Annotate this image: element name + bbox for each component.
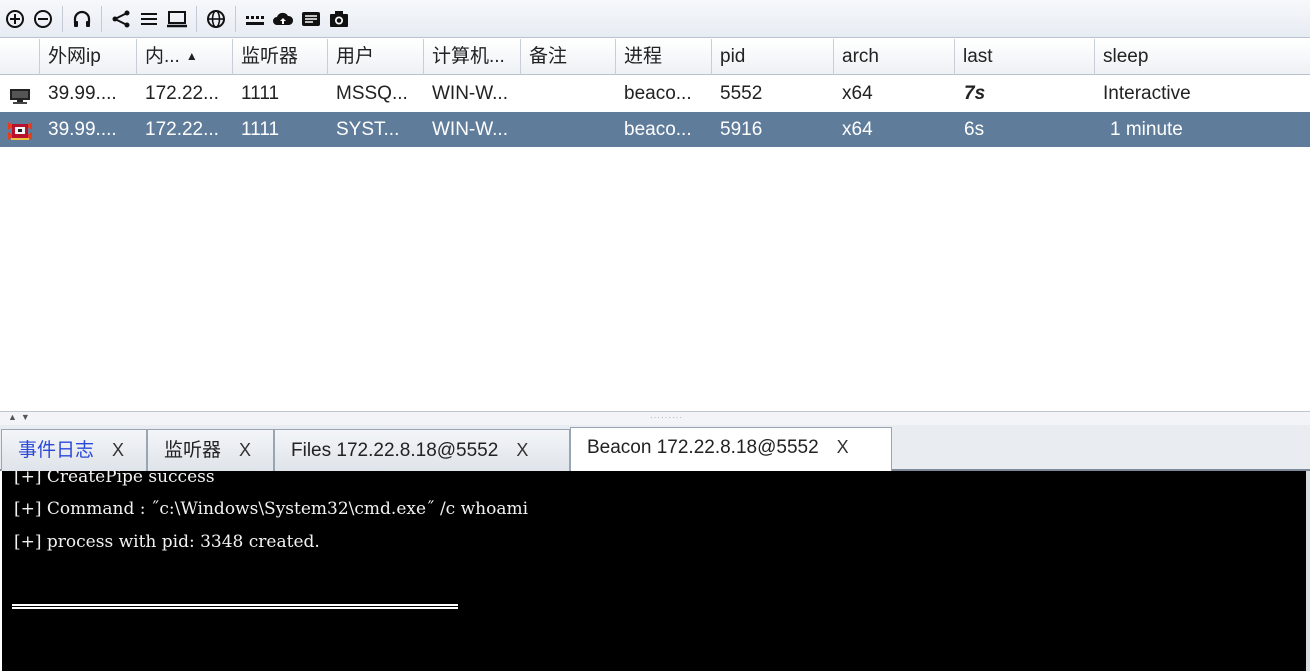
console-line: [+] CreatePipe success (14, 471, 215, 487)
tab-files[interactable]: Files 172.22.8.18@5552 X (274, 429, 570, 471)
column-header-sleep[interactable]: sleep (1095, 39, 1310, 75)
beacon-console[interactable]: [+] CreatePipe success [+] Command : ˝c:… (2, 471, 1306, 671)
cell-last: 7s (964, 83, 986, 104)
cell-external-ip: 39.99.... (48, 119, 117, 140)
cell-arch: x64 (842, 83, 873, 104)
column-header-last[interactable]: last (955, 39, 1095, 75)
zoom-in-icon[interactable] (4, 6, 26, 32)
tab-event-log-label: 事件日志 (18, 440, 95, 461)
drag-grip-icon[interactable]: ········· (650, 413, 683, 422)
column-header-process[interactable]: 进程 (616, 39, 712, 75)
column-header-pid[interactable]: pid (712, 39, 834, 75)
screen-icon[interactable] (166, 6, 188, 32)
cell-listener: 1111 (241, 83, 280, 104)
cell-listener: 1111 (241, 119, 280, 140)
cell-computer: WIN-W... (432, 119, 508, 140)
table-row[interactable]: 39.99.... 172.22... 1111 SYST... WIN-W..… (0, 112, 1310, 147)
tab-event-log-close-button[interactable]: X (112, 440, 124, 460)
tab-listeners-label: 监听器 (164, 440, 222, 461)
toolbar-separator (101, 5, 102, 32)
headphones-icon[interactable] (71, 6, 93, 32)
cell-user: SYST... (336, 119, 400, 140)
table-row[interactable]: 39.99.... 172.22... 1111 MSSQ... WIN-W..… (0, 76, 1310, 111)
column-header-note[interactable]: 备注 (521, 39, 616, 75)
cell-user: MSSQ... (336, 83, 408, 104)
toolbar (0, 0, 1310, 38)
column-header-computer[interactable]: 计算机... (424, 39, 521, 75)
message-icon[interactable] (300, 6, 322, 32)
toolbar-separator (62, 5, 63, 32)
console-line: [+] Command : ˝c:\Windows\System32\cmd.e… (14, 499, 529, 519)
camera-icon[interactable] (328, 6, 350, 32)
toolbar-separator (235, 5, 236, 32)
split-pane-divider[interactable]: ▲▼ ········· (0, 411, 1310, 425)
table-header: 外网ip 内... ▲ 监听器 用户 计算机... 备注 进程 pid arch … (0, 39, 1310, 75)
cell-sleep: 1 minute (1110, 119, 1183, 140)
console-line: [+] process with pid: 3348 created. (14, 532, 320, 552)
tab-beacon-label: Beacon 172.22.8.18@5552 (587, 437, 819, 458)
cell-internal-ip: 172.22... (145, 83, 219, 104)
cell-last: 6s (964, 119, 985, 140)
toolbar-separator (196, 5, 197, 32)
column-header-arch[interactable]: arch (834, 39, 955, 75)
share-graph-icon[interactable] (110, 6, 132, 32)
cell-pid: 5916 (720, 119, 763, 140)
cloud-icon[interactable] (272, 6, 294, 32)
column-header-icon (0, 39, 40, 75)
cell-process: beaco... (624, 83, 692, 104)
console-separator-rule (12, 604, 458, 609)
column-header-internal-ip-label: 内... (145, 46, 180, 67)
tab-listeners[interactable]: 监听器 X (147, 429, 274, 471)
list-icon[interactable] (138, 6, 160, 32)
tab-bar: 事件日志 X 监听器 X Files 172.22.8.18@5552 X Beaco… (0, 425, 1310, 471)
cell-sleep: Interactive (1103, 83, 1191, 104)
column-header-listener[interactable]: 监听器 (233, 39, 328, 75)
elevated-monitor-icon (8, 122, 32, 140)
cell-external-ip: 39.99.... (48, 83, 117, 104)
console-scrollbar[interactable] (1306, 471, 1310, 671)
cell-note (522, 76, 616, 111)
column-header-internal-ip[interactable]: 内... ▲ (137, 39, 233, 75)
keyboard-icon[interactable] (244, 6, 266, 32)
cell-arch: x64 (842, 119, 873, 140)
beacon-table: 外网ip 内... ▲ 监听器 用户 计算机... 备注 进程 pid arch … (0, 39, 1310, 411)
sort-ascending-icon: ▲ (185, 49, 198, 63)
cell-internal-ip: 172.22... (145, 119, 219, 140)
cell-process: beaco... (624, 119, 692, 140)
tab-listeners-close-button[interactable]: X (239, 440, 251, 460)
tab-event-log[interactable]: 事件日志 X (1, 429, 147, 471)
tab-beacon[interactable]: Beacon 172.22.8.18@5552 X (570, 427, 892, 471)
cell-note (522, 112, 616, 147)
globe-icon[interactable] (205, 6, 227, 32)
monitor-icon (10, 89, 30, 104)
tab-beacon-close-button[interactable]: X (837, 437, 849, 457)
cell-pid: 5552 (720, 83, 763, 104)
collapse-arrows-icon[interactable]: ▲▼ (8, 412, 34, 422)
tab-files-close-button[interactable]: X (516, 440, 528, 460)
cell-computer: WIN-W... (432, 83, 508, 104)
zoom-out-icon[interactable] (32, 6, 54, 32)
column-header-user[interactable]: 用户 (328, 39, 424, 75)
tab-files-label: Files 172.22.8.18@5552 (291, 440, 499, 461)
column-header-external-ip[interactable]: 外网ip (40, 39, 137, 75)
